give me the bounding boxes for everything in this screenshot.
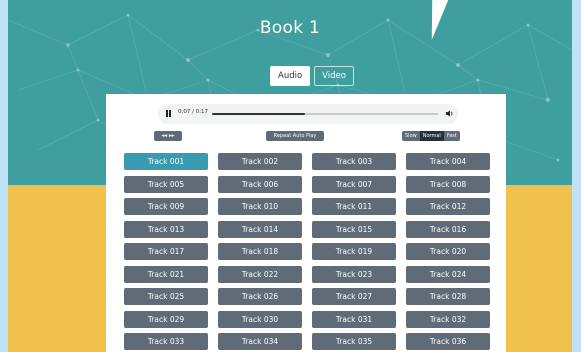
track-button[interactable]: Track 016 [406, 220, 490, 238]
track-button[interactable]: Track 008 [406, 175, 490, 193]
track-button[interactable]: Track 011 [312, 198, 396, 215]
track-button[interactable]: Track 035 [312, 333, 396, 350]
track-button[interactable]: Track 032 [406, 310, 490, 328]
track-button[interactable]: Track 009 [124, 198, 208, 215]
seek-bar[interactable] [212, 113, 438, 115]
tab-video[interactable]: Video [314, 66, 354, 86]
track-button[interactable]: Track 023 [312, 265, 396, 283]
seek-bar-progress [212, 113, 305, 115]
track-button[interactable]: Track 004 [406, 153, 490, 170]
track-button[interactable]: Track 014 [218, 220, 302, 238]
speed-selector: Slow Normal Fast [402, 131, 460, 141]
track-button[interactable]: Track 002 [218, 153, 302, 170]
track-button[interactable]: Track 028 [406, 288, 490, 305]
track-button[interactable]: Track 017 [124, 243, 208, 260]
track-button[interactable]: Track 027 [312, 288, 396, 305]
track-button[interactable]: Track 034 [218, 333, 302, 350]
track-button[interactable]: Track 019 [312, 243, 396, 260]
repeat-autoplay-button[interactable]: Repeat Auto Play [266, 131, 324, 141]
volume-icon[interactable] [445, 109, 454, 118]
track-button[interactable]: Track 026 [218, 288, 302, 305]
time-display: 0:07 / 0:17 [178, 109, 209, 115]
track-button[interactable]: Track 018 [218, 243, 302, 260]
track-button[interactable]: Track 005 [124, 175, 208, 193]
audio-panel: 0:07 / 0:17 ◂◂ ▸▸ Repeat Auto Play Slow … [106, 94, 506, 352]
track-button[interactable]: Track 013 [124, 220, 208, 238]
track-button[interactable]: Track 033 [124, 333, 208, 350]
track-button[interactable]: Track 025 [124, 288, 208, 305]
track-button[interactable]: Track 007 [312, 175, 396, 193]
tab-audio[interactable]: Audio [270, 66, 311, 86]
speed-normal-button[interactable]: Normal [419, 131, 444, 141]
track-button[interactable]: Track 020 [406, 243, 490, 260]
speed-slow-button[interactable]: Slow [402, 131, 420, 141]
media-tabs: Audio Video [270, 66, 354, 86]
track-button[interactable]: Track 021 [124, 265, 208, 283]
track-button[interactable]: Track 010 [218, 198, 302, 215]
track-button[interactable]: Track 036 [406, 333, 490, 350]
track-button[interactable]: Track 003 [312, 153, 396, 170]
track-button[interactable]: Track 024 [406, 265, 490, 283]
seek-controls-button[interactable]: ◂◂ ▸▸ [154, 131, 182, 141]
track-button[interactable]: Track 030 [218, 310, 302, 328]
track-button[interactable]: Track 006 [218, 175, 302, 193]
pause-icon[interactable] [166, 110, 171, 117]
page-title: Book 1 [259, 18, 321, 38]
track-button[interactable]: Track 029 [124, 310, 208, 328]
audio-player: 0:07 / 0:17 [158, 104, 458, 124]
track-button[interactable]: Track 031 [312, 310, 396, 328]
speed-fast-button[interactable]: Fast [443, 131, 460, 141]
track-button[interactable]: Track 012 [406, 198, 490, 215]
track-button[interactable]: Track 022 [218, 265, 302, 283]
app-frame: Book 1 Audio Video 0:07 / 0:17 ◂◂ ▸▸ Rep… [8, 0, 572, 352]
track-button[interactable]: Track 001 [124, 153, 208, 170]
track-button[interactable]: Track 015 [312, 220, 396, 238]
